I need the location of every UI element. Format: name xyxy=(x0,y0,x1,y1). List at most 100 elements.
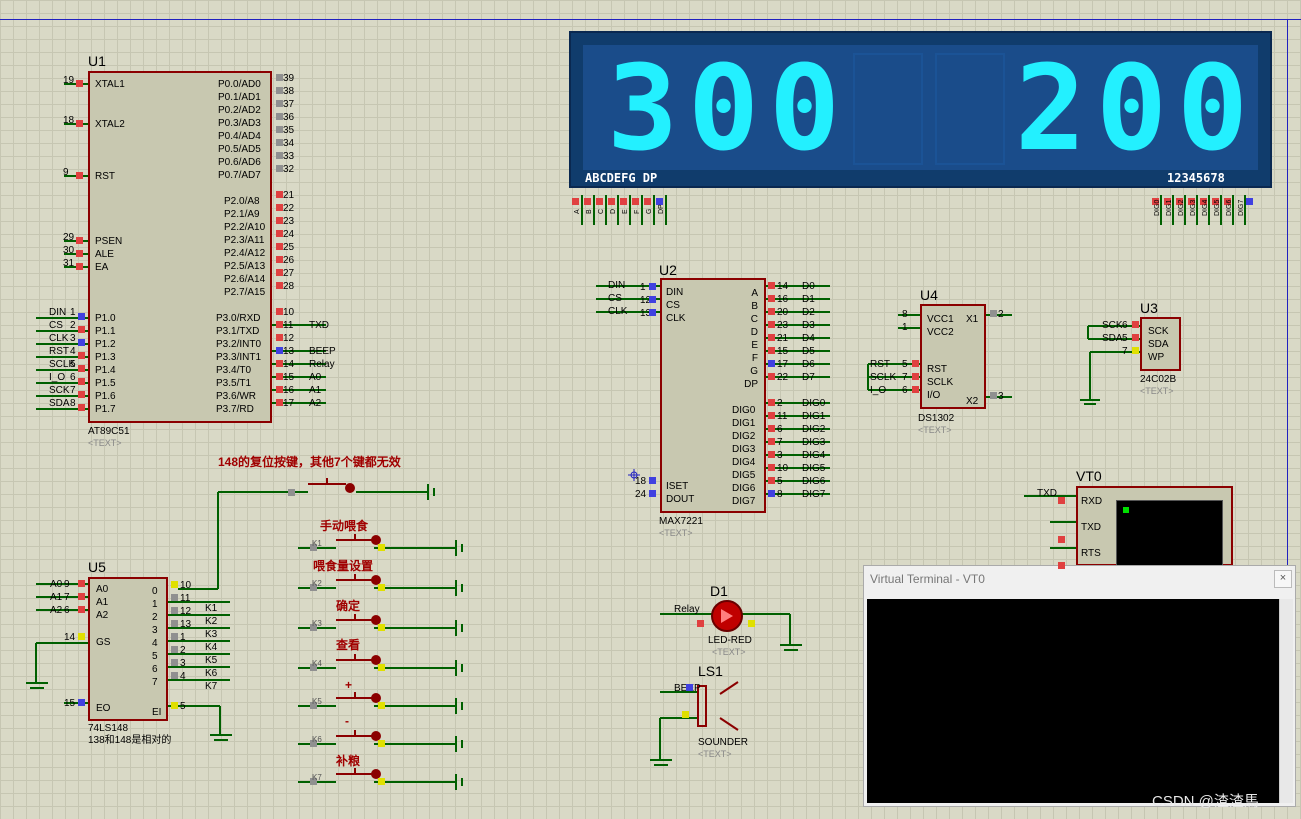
terminal-screen[interactable] xyxy=(867,599,1279,803)
u1-pin-num: 30 xyxy=(63,245,75,256)
u1-p3-net: BEEP xyxy=(309,346,336,357)
u3-net: SDA xyxy=(1102,333,1123,344)
u4-right-name: X2 xyxy=(966,396,979,407)
button-net-label: K3 xyxy=(312,619,322,628)
display-face: 3 0 0 2 0 0 xyxy=(583,45,1258,170)
u2-left-num: 1 xyxy=(640,282,646,293)
vt0-net: TXD xyxy=(1037,488,1057,499)
u2-seg-net: D7 xyxy=(802,372,815,383)
u2-seg-num: 15 xyxy=(777,346,789,357)
u5-right-name: EI xyxy=(152,707,162,718)
u5-right-num: 13 xyxy=(180,619,192,630)
u2-seg-net: D0 xyxy=(802,281,815,292)
u1-p3-name: P3.5/T1 xyxy=(216,378,252,389)
u2-bl-num: 24 xyxy=(635,489,647,500)
terminal-close-button[interactable]: × xyxy=(1274,570,1292,588)
u4-net: I_O xyxy=(870,385,887,396)
u5-right-name: 2 xyxy=(152,612,158,623)
button-label-view: 查看 xyxy=(336,638,361,652)
u2-left-name: CLK xyxy=(666,313,686,324)
u1-p1-net: I_O xyxy=(49,372,66,383)
u5-right-dot xyxy=(171,659,178,666)
u2-seg-dot xyxy=(768,373,775,380)
u1-p2-dot xyxy=(276,217,283,224)
u1-p3-num: 14 xyxy=(283,359,295,370)
u1-p0-num: 36 xyxy=(283,112,295,123)
u1-p1-dot xyxy=(78,326,85,333)
u2-seg-name: C xyxy=(750,314,758,325)
u1-p0-dot xyxy=(276,139,283,146)
u1-p3-name: P3.2/INT0 xyxy=(216,339,262,350)
u5-right-num: 4 xyxy=(180,671,186,682)
u2-left-net: DIN xyxy=(608,280,626,291)
u1-p3-dot xyxy=(276,360,283,367)
u2-dig-net: DIG4 xyxy=(802,450,826,461)
u5-right-net: K5 xyxy=(205,655,218,666)
vt0-pin-name: RTS xyxy=(1081,548,1101,559)
u3-ref: U3 xyxy=(1140,300,1158,316)
u1-p1-num: 2 xyxy=(70,320,76,331)
u4-num: 7 xyxy=(902,372,908,383)
u1-p0-num: 33 xyxy=(283,151,295,162)
u1-p3-dot xyxy=(276,321,283,328)
u2-seg-net: D6 xyxy=(802,359,815,370)
watermark: CSDN @渣渣馬 xyxy=(1152,793,1259,810)
digit-6: 2 xyxy=(1015,39,1087,177)
u1-pin-name: ALE xyxy=(95,249,114,260)
ls1-part: SOUNDER xyxy=(698,737,749,748)
button-label-minus: - xyxy=(345,714,349,728)
u5-right-dot xyxy=(171,702,178,709)
u2-dig-num: 3 xyxy=(777,450,783,461)
u1-ref: U1 xyxy=(88,53,106,69)
display-dig-pin-label: DIG3 xyxy=(1190,199,1197,216)
u5-dot xyxy=(78,633,85,640)
u1-p1-num: 6 xyxy=(70,372,76,383)
u2-seg-num: 20 xyxy=(777,307,789,318)
u2-dig-name: DIG2 xyxy=(732,431,756,442)
u1-p0-name: P0.2/AD2 xyxy=(218,105,261,116)
u1-p2-name: P2.2/A10 xyxy=(224,222,266,233)
u1-p1-net: SCK xyxy=(49,385,70,396)
display-seg-pin-label: C xyxy=(598,208,605,214)
u5-right-num: 2 xyxy=(180,645,186,656)
u2-dig-name: DIG1 xyxy=(732,418,756,429)
u1-p1-num: 8 xyxy=(70,398,76,409)
u1-p1-name: P1.5 xyxy=(95,378,116,389)
display-dig-pin-label: DIG1 xyxy=(1166,199,1173,216)
vt0-dot xyxy=(1058,497,1065,504)
u2-dig-dot xyxy=(768,477,775,484)
u1-p1-name: P1.0 xyxy=(95,313,116,324)
u1-p1-name: P1.2 xyxy=(95,339,116,350)
u1-p3-num: 15 xyxy=(283,372,295,383)
u2-dig-num: 2 xyxy=(777,398,783,409)
virtual-terminal-window[interactable]: Virtual Terminal - VT0 × xyxy=(863,565,1296,807)
u5-dot xyxy=(78,699,85,706)
u1-p3-net: A2 xyxy=(309,398,322,409)
u1-p2-num: 27 xyxy=(283,268,295,279)
u5-part: 74LS148 xyxy=(88,723,129,734)
u1-p1-dot xyxy=(78,378,85,385)
u1-p2-num: 24 xyxy=(283,229,295,240)
u1-p3-name: P3.0/RXD xyxy=(216,313,261,324)
u5-dot xyxy=(78,593,85,600)
ls1-ref: LS1 xyxy=(698,663,723,679)
u2-seg-dot xyxy=(768,295,775,302)
u1-p3-dot xyxy=(276,308,283,315)
u4-num: 5 xyxy=(902,359,908,370)
u5-right-dot xyxy=(171,646,178,653)
u2-part: MAX7221 xyxy=(659,516,703,527)
u1-p1-dot xyxy=(78,339,85,346)
u1-p2-num: 28 xyxy=(283,281,295,292)
u2-dig-dot xyxy=(768,412,775,419)
u2-dig-net: DIG0 xyxy=(802,398,826,409)
u3-name: WP xyxy=(1148,352,1165,363)
button-net-label: K6 xyxy=(312,735,322,744)
u1-p1-dot xyxy=(78,365,85,372)
terminal-scrollbar[interactable] xyxy=(1279,599,1293,803)
u1-pin-name: RST xyxy=(95,171,115,182)
u2-dig-name: DIG3 xyxy=(732,444,756,455)
u2-bl-name: ISET xyxy=(666,481,689,492)
u1-pin-dot xyxy=(76,250,83,257)
u1-p3-dot xyxy=(276,334,283,341)
u4-name: VCC1 xyxy=(927,314,954,325)
